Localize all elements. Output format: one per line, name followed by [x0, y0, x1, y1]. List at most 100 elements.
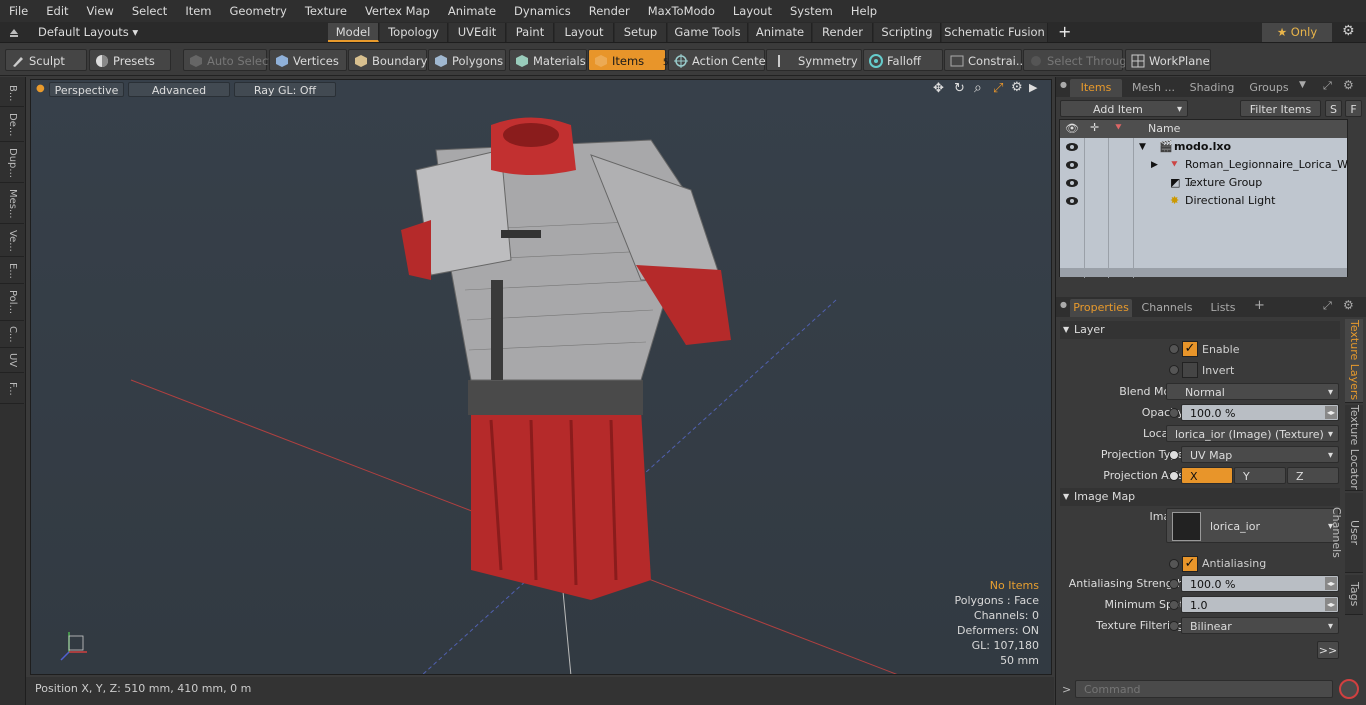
layout-arrow-icon[interactable]	[8, 25, 20, 39]
strip-tab-9[interactable]: UV	[0, 349, 24, 373]
tab-tags[interactable]: Tags	[1345, 575, 1363, 615]
min-spot-field[interactable]: 1.0 ◂▸	[1181, 596, 1339, 613]
advanced-button[interactable]: Advanced	[128, 82, 230, 97]
tab-items[interactable]: Items	[1070, 79, 1122, 97]
image-dropdown[interactable]: lorica_ior	[1166, 508, 1339, 544]
panel-gear-icon[interactable]: ⚙	[1343, 78, 1354, 92]
menu-animate[interactable]: Animate	[439, 4, 505, 18]
layout-selector[interactable]: Default Layouts ▾	[38, 25, 138, 39]
eye-icon[interactable]	[1066, 179, 1078, 187]
presets-button[interactable]: Presets	[89, 49, 171, 71]
tab-texture-layers[interactable]: Texture Layers	[1345, 319, 1363, 403]
expand-arrow-icon[interactable]: ▶	[1151, 156, 1158, 174]
opacity-field[interactable]: 100.0 % ◂▸	[1181, 404, 1339, 421]
texture-filtering-dropdown[interactable]: Bilinear	[1181, 617, 1339, 635]
tab-shading[interactable]: Shading	[1184, 79, 1240, 97]
strip-tab-7[interactable]: Pol...	[0, 285, 24, 321]
expand-arrow-icon[interactable]: ▼	[1139, 138, 1146, 156]
strip-tab-1[interactable]: B...	[0, 81, 24, 107]
panel-expand-icon[interactable]: ⤢	[1323, 299, 1332, 313]
aa-strength-field[interactable]: 100.0 % ◂▸	[1181, 575, 1339, 592]
menu-select[interactable]: Select	[123, 4, 176, 18]
viewport-gear-icon[interactable]: ⚙	[1011, 80, 1023, 95]
panel-gear-icon[interactable]: ⚙	[1343, 298, 1354, 312]
axis-x-button[interactable]: X	[1181, 467, 1233, 484]
blend-mode-dropdown[interactable]: Normal	[1166, 383, 1339, 401]
items-panel-dot[interactable]: ●	[1060, 80, 1067, 89]
menu-geometry[interactable]: Geometry	[221, 4, 296, 18]
visibility-column-icon[interactable]: 👁	[1065, 122, 1079, 135]
auto-select-button[interactable]: Auto Select	[183, 49, 273, 71]
enable-radio[interactable]	[1169, 344, 1179, 354]
menu-help[interactable]: Help	[842, 4, 886, 18]
tab-animate[interactable]: Animate	[749, 23, 812, 42]
aa-strength-radio[interactable]	[1169, 579, 1179, 589]
tab-mesh[interactable]: Mesh ...	[1126, 79, 1181, 97]
raygl-button[interactable]: Ray GL: Off	[234, 82, 336, 97]
record-icon[interactable]	[1339, 679, 1359, 699]
list-item-mesh[interactable]: ▶ ⯆ Roman_Legionnaire_Lorica_W ...	[1060, 156, 1348, 189]
horizontal-scrollbar[interactable]	[1060, 268, 1347, 277]
symmetry-button[interactable]: Symmetry	[766, 49, 862, 71]
tab-layout[interactable]: Layout	[555, 23, 614, 42]
projection-type-radio[interactable]	[1169, 450, 1179, 460]
add-tab-button[interactable]: +	[1058, 22, 1071, 41]
locator-dropdown[interactable]: lorica_ior (Image) (Texture)	[1166, 425, 1339, 443]
list-item-scene[interactable]: ▼ 🎬 modo.lxo	[1060, 138, 1347, 156]
only-button[interactable]: ★ Only	[1262, 23, 1332, 42]
rotate-view-icon[interactable]: ↻	[954, 81, 965, 96]
menu-edit[interactable]: Edit	[37, 4, 77, 18]
strip-tab-6[interactable]: E...	[0, 258, 24, 284]
menu-maxtomodo[interactable]: MaxToModo	[639, 4, 724, 18]
slider-handle-icon[interactable]: ◂▸	[1325, 577, 1337, 590]
tab-texture-locator[interactable]: Texture Locator	[1345, 405, 1363, 491]
slider-handle-icon[interactable]: ◂▸	[1325, 406, 1337, 419]
constraints-button[interactable]: Constrai...	[944, 49, 1027, 71]
gear-icon[interactable]: ⚙	[1342, 23, 1355, 39]
s-button[interactable]: S	[1325, 100, 1342, 117]
f-button[interactable]: F	[1345, 100, 1362, 117]
perspective-button[interactable]: Perspective	[49, 82, 124, 97]
tab-lists[interactable]: Lists	[1202, 299, 1244, 317]
3d-viewport[interactable]: ● Perspective Advanced Ray GL: Off ✥ ↻ ⌕…	[30, 79, 1052, 675]
list-item-light[interactable]: ✸ Directional Light	[1060, 192, 1347, 210]
add-item-button[interactable]: Add Item	[1060, 100, 1188, 118]
tab-render[interactable]: Render	[813, 23, 873, 42]
boundary-button[interactable]: Boundary	[348, 49, 427, 71]
image-map-section-header[interactable]: ▼ Image Map	[1060, 488, 1340, 506]
projection-type-dropdown[interactable]: UV Map	[1181, 446, 1339, 464]
projection-axis-radio[interactable]	[1169, 471, 1179, 481]
texture-filtering-radio[interactable]	[1169, 621, 1179, 631]
antialiasing-checkbox[interactable]: ✓	[1182, 556, 1198, 572]
axis-z-button[interactable]: Z	[1287, 467, 1339, 484]
lock-column-icon[interactable]: ✛	[1090, 121, 1099, 134]
slider-handle-icon[interactable]: ◂▸	[1325, 598, 1337, 611]
strip-tab-4[interactable]: Mes...	[0, 184, 24, 224]
eye-icon[interactable]	[1066, 161, 1078, 169]
maximize-icon[interactable]: ⤢	[993, 81, 1003, 96]
tab-model[interactable]: Model	[328, 23, 379, 42]
strip-tab-10[interactable]: F...	[0, 374, 24, 404]
falloff-button[interactable]: Falloff	[863, 49, 943, 71]
panel-expand-icon[interactable]: ⤢	[1323, 79, 1332, 93]
menu-file[interactable]: File	[0, 4, 37, 18]
eye-icon[interactable]	[1066, 143, 1078, 151]
tab-schematic-fusion[interactable]: Schematic Fusion	[942, 23, 1048, 42]
polygons-button[interactable]: Polygons	[428, 49, 506, 71]
sculpt-button[interactable]: Sculpt	[5, 49, 87, 71]
min-spot-radio[interactable]	[1169, 600, 1179, 610]
type-column-icon[interactable]: ⯆	[1114, 121, 1123, 135]
properties-panel-dot[interactable]: ●	[1060, 300, 1067, 309]
add-tab-button[interactable]: +	[1254, 298, 1265, 313]
layer-section-header[interactable]: ▼ Layer	[1060, 321, 1340, 339]
opacity-radio[interactable]	[1169, 408, 1179, 418]
enable-checkbox[interactable]: ✓	[1182, 341, 1198, 357]
tab-user-channels[interactable]: User Channels	[1330, 493, 1363, 573]
select-through-button[interactable]: Select Through	[1023, 49, 1134, 71]
viewport-expand-icon[interactable]: ▶	[1029, 81, 1037, 94]
strip-tab-8[interactable]: C...	[0, 322, 24, 348]
strip-tab-3[interactable]: Dup...	[0, 143, 24, 183]
menu-render[interactable]: Render	[580, 4, 639, 18]
tab-topology[interactable]: Topology	[380, 23, 448, 42]
items-button[interactable]: Items 5	[588, 49, 669, 71]
